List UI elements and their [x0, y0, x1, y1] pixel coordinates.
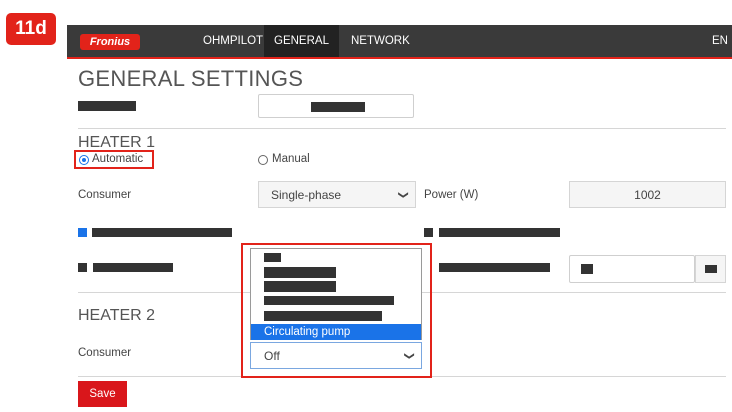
save-button[interactable]: Save [78, 381, 127, 407]
language-selector[interactable]: EN [712, 25, 728, 57]
manual-radio-icon[interactable] [258, 155, 268, 165]
divider [78, 128, 726, 129]
heater2-consumer-value: Off [264, 348, 280, 363]
heater2-consumer-select[interactable]: Off ❯ [250, 342, 422, 369]
redacted-text [92, 228, 232, 237]
redacted-input-value-2 [581, 264, 593, 274]
heater2-title: HEATER 2 [78, 307, 156, 324]
chevron-down-icon: ❯ [403, 351, 415, 360]
page-title: GENERAL SETTINGS [78, 66, 304, 91]
redacted-unit [704, 265, 717, 273]
fronius-logo[interactable]: Fronius [80, 34, 140, 50]
dropdown-option[interactable] [251, 280, 421, 296]
tab-ohmpilot[interactable]: OHMPILOT [193, 25, 273, 57]
redacted-input-2[interactable] [569, 255, 695, 283]
dropdown-option-circulating-pump[interactable]: Circulating pump [251, 324, 421, 340]
redacted-option [264, 253, 281, 262]
redacted-text-4 [439, 263, 550, 272]
redacted-input-value [311, 102, 365, 112]
power-label: Power (W) [424, 189, 479, 201]
automatic-label[interactable]: Automatic [92, 153, 143, 165]
unit-field [695, 255, 726, 283]
dropdown-option[interactable] [251, 265, 421, 281]
heater1-consumer-select[interactable]: Single-phase ❯ [258, 181, 416, 208]
redacted-text-2 [439, 228, 560, 237]
redacted-option [264, 281, 336, 292]
heater2-consumer-options[interactable]: Circulating pump [250, 248, 422, 340]
redacted-input[interactable] [258, 94, 414, 118]
automatic-radio-icon[interactable] [79, 155, 89, 165]
redacted-option [264, 311, 382, 321]
redacted-icon [78, 263, 87, 272]
redacted-label [78, 101, 136, 111]
tab-network[interactable]: NETWORK [341, 25, 420, 57]
top-navbar: Fronius OHMPILOT GENERAL NETWORK EN [67, 25, 732, 59]
power-value-field: 1002 [569, 181, 726, 208]
tab-general[interactable]: GENERAL [264, 25, 339, 57]
dropdown-option[interactable] [251, 309, 421, 325]
redacted-option [264, 267, 336, 278]
redacted-text-3 [93, 263, 173, 272]
redacted-checkbox[interactable] [78, 228, 87, 237]
chevron-down-icon: ❯ [397, 190, 409, 199]
redacted-checkbox-2[interactable] [424, 228, 433, 237]
heater1-consumer-value: Single-phase [271, 187, 342, 202]
power-value: 1002 [634, 187, 661, 202]
step-badge: 11d [6, 13, 56, 45]
heater1-consumer-label: Consumer [78, 189, 132, 201]
manual-label[interactable]: Manual [272, 153, 310, 165]
redacted-option [264, 296, 394, 305]
heater2-consumer-label: Consumer [78, 347, 132, 359]
